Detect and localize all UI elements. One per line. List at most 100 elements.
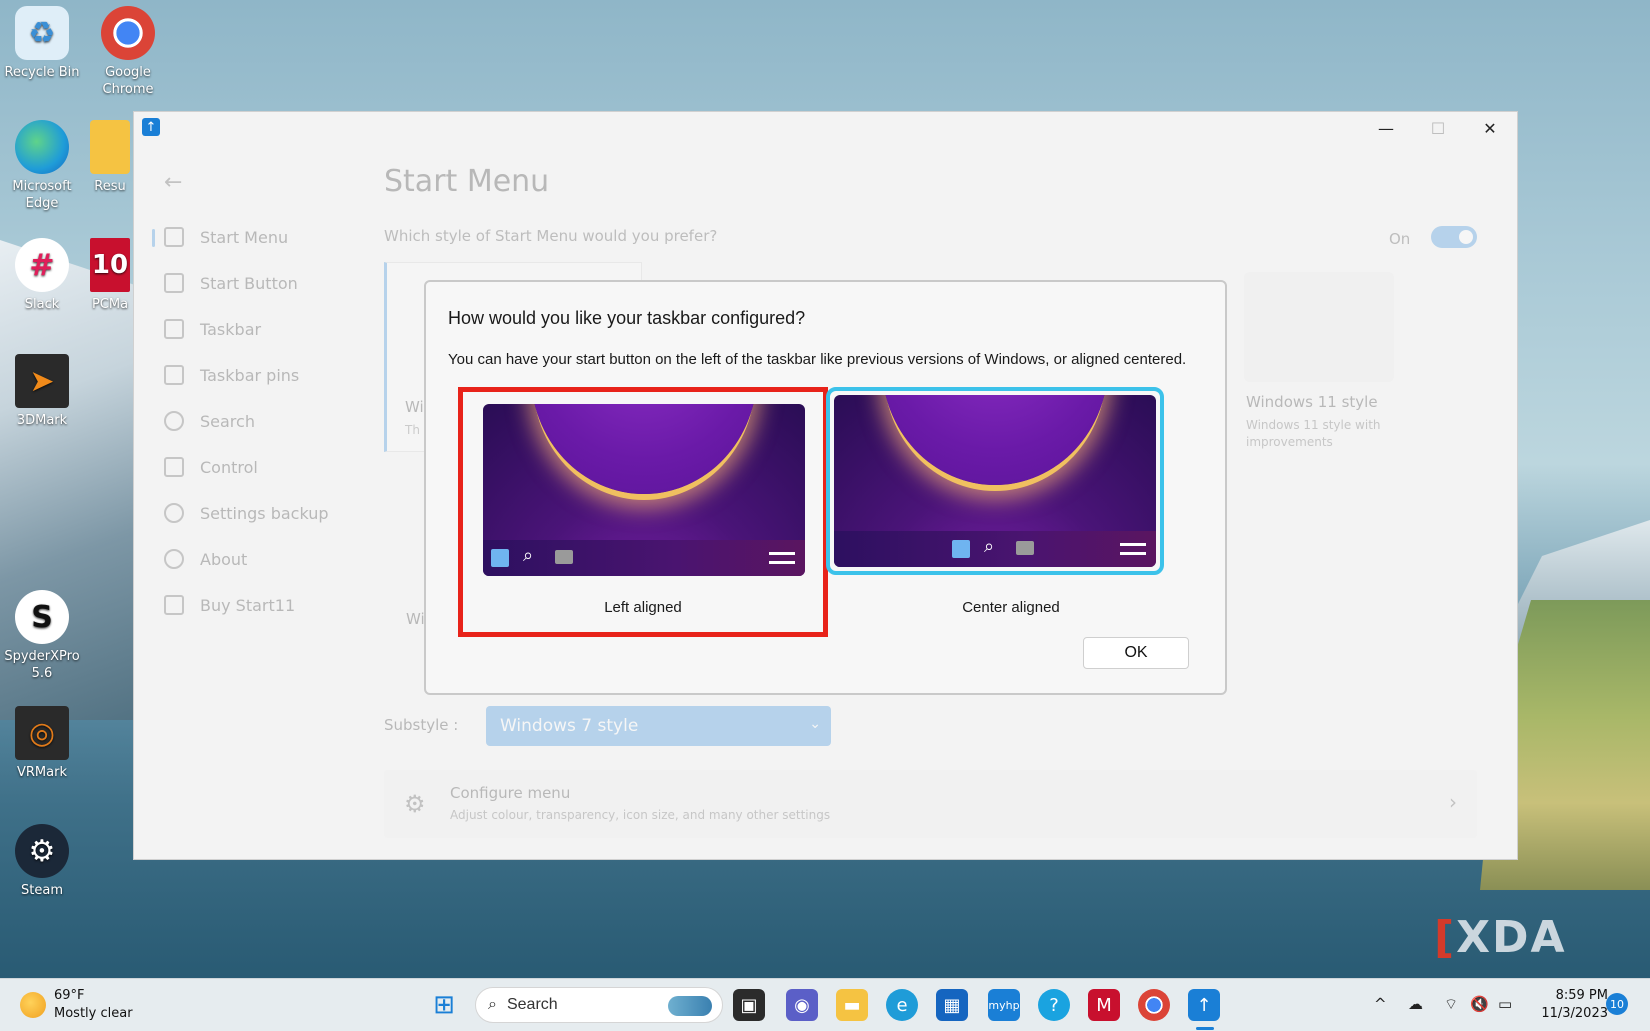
show-hidden-icons-chevron-icon[interactable]: ^: [1374, 995, 1387, 1013]
folder-icon: [90, 120, 130, 174]
desktop-icon-label: VRMark: [17, 765, 67, 780]
start-icon: [952, 540, 970, 558]
start11-app-icon[interactable]: ↑: [1188, 989, 1220, 1021]
control-icon: [164, 457, 184, 477]
windows-11-style-preview[interactable]: [1244, 272, 1394, 382]
gear-icon: ⚙: [404, 790, 426, 818]
left-aligned-preview: ⌕: [483, 404, 805, 576]
desktop-icon-label: 3DMark: [16, 413, 68, 428]
style-card-title: Windows 11 style: [1246, 393, 1378, 411]
sidebar-item-taskbar[interactable]: Taskbar: [164, 312, 354, 346]
volume-muted-icon[interactable]: 🔇: [1470, 995, 1489, 1013]
watermark-text: XDA: [1456, 912, 1567, 963]
start-menu-toggle[interactable]: [1431, 226, 1477, 248]
teams-chat-icon[interactable]: ◉: [786, 989, 818, 1021]
task-view-icon[interactable]: ▣: [733, 989, 765, 1021]
sidebar-item-start-button[interactable]: Start Button: [164, 266, 354, 300]
xda-watermark: [XDA: [1434, 912, 1567, 963]
desktop-icon-spyderxpro[interactable]: S SpyderXPro 5.6: [0, 590, 84, 682]
desktop-icon-pcmark[interactable]: 10 PCMa: [86, 238, 134, 313]
desktop-icon-label: Steam: [21, 883, 63, 898]
left-aligned-option[interactable]: ⌕ Left aligned: [458, 387, 828, 637]
microsoft-store-icon[interactable]: ▦: [936, 989, 968, 1021]
desktop-icon-3dmark[interactable]: ➤ 3DMark: [0, 354, 84, 429]
desktop-icon-steam[interactable]: ⚙ Steam: [0, 824, 84, 899]
close-button[interactable]: ✕: [1464, 112, 1516, 144]
sidebar-item-start-menu[interactable]: Start Menu: [164, 220, 354, 254]
start-button-icon: [164, 273, 184, 293]
desktop-icon-chrome[interactable]: Google Chrome: [86, 6, 170, 98]
desktop-icon-recycle-bin[interactable]: ♻ Recycle Bin: [0, 6, 84, 81]
sidebar-item-taskbar-pins[interactable]: Taskbar pins: [164, 358, 354, 392]
configure-menu-title: Configure menu: [450, 784, 571, 802]
myhp-icon[interactable]: myhp: [988, 989, 1020, 1021]
sidebar-item-search[interactable]: Search: [164, 404, 354, 438]
preview-taskbar: ⌕: [483, 540, 805, 576]
wallpaper-planet: [882, 395, 1108, 485]
back-arrow-icon[interactable]: ←: [164, 170, 182, 195]
chrome-icon[interactable]: [1138, 989, 1170, 1021]
weather-widget[interactable]: 69°F Mostly clear: [20, 987, 133, 1023]
style-card-title: Wi: [405, 398, 424, 416]
menu-icon: [1120, 543, 1146, 555]
desktop-icon-folder[interactable]: Resu: [86, 120, 134, 195]
active-app-indicator: [1196, 1027, 1214, 1030]
sidebar-item-label: Settings backup: [200, 503, 329, 523]
wifi-icon[interactable]: ⌔: [1444, 995, 1458, 1014]
configure-menu-row[interactable]: ⚙ Configure menu Adjust colour, transpar…: [384, 770, 1477, 838]
minimize-button[interactable]: —: [1360, 112, 1412, 144]
sidebar-item-label: Taskbar pins: [200, 365, 300, 385]
sidebar-item-settings-backup[interactable]: Settings backup: [164, 496, 354, 530]
taskbar-clock[interactable]: 8:59 PM 11/3/2023: [1532, 987, 1608, 1023]
substyle-label: Substyle :: [384, 716, 459, 734]
battery-icon[interactable]: ▭: [1498, 995, 1512, 1013]
search-placeholder: Search: [506, 996, 558, 1013]
nav-active-indicator: [152, 229, 155, 247]
vrmark-icon: ◎: [15, 706, 69, 760]
taskbar-search-input[interactable]: ⌕ Search: [475, 987, 723, 1023]
search-highlight-icon: [668, 996, 712, 1016]
moon-weather-icon: [20, 992, 46, 1018]
option-label: Center aligned: [962, 599, 1060, 616]
mcafee-icon[interactable]: M: [1088, 989, 1120, 1021]
chevron-right-icon: ›: [1449, 790, 1457, 814]
sidebar-item-about[interactable]: About: [164, 542, 354, 576]
maximize-button[interactable]: ☐: [1412, 112, 1464, 144]
windows-start-icon[interactable]: ⊞: [428, 989, 460, 1021]
desktop-icon-vrmark[interactable]: ◎ VRMark: [0, 706, 84, 781]
ok-button[interactable]: OK: [1083, 637, 1189, 669]
file-explorer-icon[interactable]: ▬: [836, 989, 868, 1021]
toggle-label: On: [1389, 230, 1411, 248]
edge-icon[interactable]: e: [886, 989, 918, 1021]
sidebar-item-label: Control: [200, 457, 258, 477]
search-icon: [164, 411, 184, 431]
desktop-icon-label: Microsoft Edge: [12, 179, 72, 211]
onedrive-icon[interactable]: ☁: [1408, 995, 1423, 1013]
substyle-card-title: Wi: [406, 610, 425, 628]
center-aligned-preview: ⌕: [834, 395, 1156, 567]
substyle-value: Windows 7 style: [500, 716, 639, 736]
cart-icon: [164, 595, 184, 615]
sidebar-item-control[interactable]: Control: [164, 450, 354, 484]
weather-desc: Mostly clear: [54, 1006, 133, 1021]
wallpaper-planet: [531, 404, 757, 494]
page-title: Start Menu: [384, 164, 550, 199]
dialog-description: You can have your start button on the le…: [448, 351, 1187, 368]
get-help-icon[interactable]: ?: [1038, 989, 1070, 1021]
start-menu-icon: [164, 227, 184, 247]
center-aligned-option[interactable]: ⌕ Center aligned: [826, 387, 1196, 637]
taskbar-config-dialog: How would you like your taskbar configur…: [424, 280, 1227, 695]
task-view-icon: [555, 550, 573, 564]
desktop-icon-label: Google Chrome: [102, 65, 154, 97]
weather-temp: 69°F: [54, 988, 85, 1003]
app-logo-icon: ↑: [142, 118, 160, 136]
taskbar-icon: [164, 319, 184, 339]
notification-badge[interactable]: 10: [1606, 993, 1628, 1015]
desktop-icon-slack[interactable]: # Slack: [0, 238, 84, 313]
chevron-down-icon: ⌄: [809, 716, 821, 732]
desktop-icon-edge[interactable]: Microsoft Edge: [0, 120, 84, 212]
title-bar[interactable]: ↑ — ☐ ✕: [134, 112, 1517, 144]
sidebar-item-buy[interactable]: Buy Start11: [164, 588, 354, 622]
substyle-dropdown[interactable]: Windows 7 style ⌄: [486, 706, 831, 746]
windows-taskbar: 69°F Mostly clear ⊞ ⌕ Search ▣ ◉ ▬ e ▦ m…: [0, 978, 1650, 1031]
